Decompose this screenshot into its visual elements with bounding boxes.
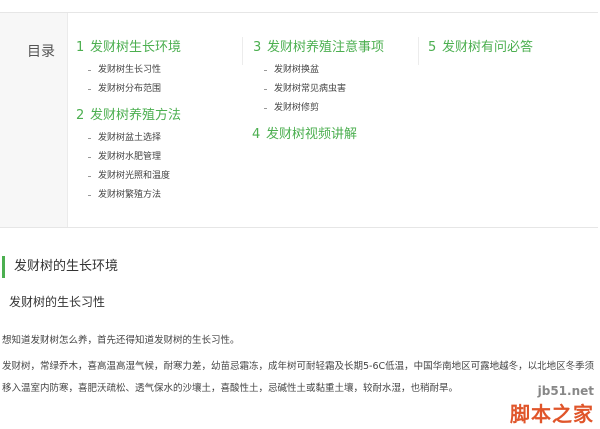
toc-section-title: 发财树有问必答 — [442, 40, 534, 55]
bullet-icon — [88, 138, 91, 139]
toc-subitem[interactable]: 发财树繁殖方法 — [76, 186, 241, 205]
bullet-icon — [88, 176, 91, 177]
toc-section-number: 3 — [253, 40, 262, 55]
toc-subitem[interactable]: 发财树水肥管理 — [76, 148, 241, 167]
toc-subitem[interactable]: 发财树分布范围 — [76, 80, 241, 99]
table-of-contents: 目录 1 发财树生长环境 发财树生长习性 发财树分布范围 2 发财树养殖方法 发… — [0, 12, 598, 228]
toc-subitem[interactable]: 发财树生长习性 — [76, 61, 241, 80]
section-subheading: 发财树的生长习性 — [9, 295, 106, 309]
toc-subitem[interactable]: 发财树光照和温度 — [76, 167, 241, 186]
toc-section-title: 发财树视频讲解 — [266, 127, 358, 142]
toc-subitems: 发财树生长习性 发财树分布范围 — [76, 61, 241, 99]
bullet-icon — [88, 89, 91, 90]
toc-section-number: 1 — [76, 40, 85, 55]
watermark-name: 脚本之家 — [510, 402, 594, 426]
toc-column-1: 1 发财树生长环境 发财树生长习性 发财树分布范围 2 发财树养殖方法 发财树盆… — [76, 37, 241, 211]
bullet-icon — [264, 108, 267, 109]
toc-column-3: 5 发财树有问必答 — [418, 37, 596, 65]
toc-section-1[interactable]: 1 发财树生长环境 — [76, 37, 241, 59]
toc-section-number: 4 — [252, 127, 261, 142]
bullet-icon — [88, 70, 91, 71]
toc-subitem[interactable]: 发财树换盆 — [252, 61, 417, 80]
toc-section-2[interactable]: 2 发财树养殖方法 — [76, 105, 241, 127]
toc-subitems: 发财树换盆 发财树常见病虫害 发财树修剪 — [252, 61, 417, 118]
toc-section-3[interactable]: 3 发财树养殖注意事项 — [253, 37, 417, 59]
intro-paragraph: 想知道发财树怎么养，首先还得知道发财树的生长习性。 — [2, 335, 240, 346]
toc-section-title: 发财树养殖方法 — [90, 108, 182, 123]
toc-column-2-body: 发财树换盆 发财树常见病虫害 发财树修剪 4 发财树视频讲解 — [252, 59, 417, 146]
toc-subitem[interactable]: 发财树修剪 — [252, 99, 417, 118]
toc-subitem[interactable]: 发财树常见病虫害 — [252, 80, 417, 99]
bullet-icon — [88, 195, 91, 196]
toc-subitems: 发财树盆土选择 发财树水肥管理 发财树光照和温度 发财树繁殖方法 — [76, 129, 241, 205]
toc-section-title: 发财树生长环境 — [90, 40, 182, 55]
toc-header: 目录 — [0, 13, 68, 227]
bullet-icon — [264, 89, 267, 90]
watermark: jb51.net 脚本之家 — [510, 384, 594, 427]
body-paragraph: 发财树，常绿乔木，喜高温高湿气候，耐寒力差，幼苗忌霜冻，成年树可耐轻霜及长期5-… — [2, 361, 595, 394]
toc-label: 目录 — [27, 44, 55, 60]
toc-section-number: 5 — [428, 40, 437, 55]
toc-section-number: 2 — [76, 108, 85, 123]
bullet-icon — [88, 157, 91, 158]
toc-section-4[interactable]: 4 发财树视频讲解 — [252, 124, 417, 146]
section-heading: 发财树的生长环境 — [2, 256, 118, 278]
toc-subitem[interactable]: 发财树盆土选择 — [76, 129, 241, 148]
toc-section-5[interactable]: 5 发财树有问必答 — [428, 37, 596, 59]
watermark-url: jb51.net — [537, 384, 594, 398]
toc-section-title: 发财树养殖注意事项 — [267, 40, 385, 55]
bullet-icon — [264, 70, 267, 71]
